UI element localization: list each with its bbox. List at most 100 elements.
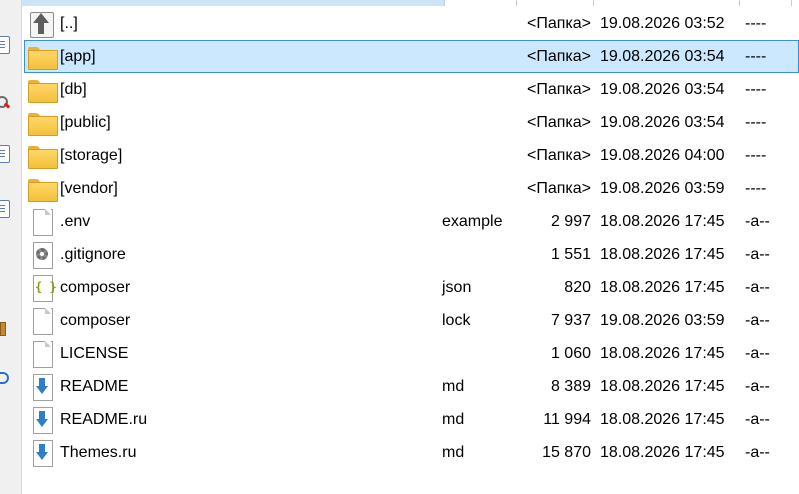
file-name: [db] (60, 81, 87, 98)
file-date: 19.08.2026 03:52 (600, 15, 725, 32)
document-icon (28, 341, 56, 368)
column-separator[interactable] (593, 0, 594, 6)
file-row[interactable]: [app] <Папка> 19.08.2026 03:54 ---- (24, 40, 799, 73)
file-size: 7 937 (550, 312, 591, 329)
file-date: 19.08.2026 03:54 (600, 114, 725, 131)
document-icon[interactable] (0, 145, 10, 163)
file-row[interactable]: .gitignore 1 551 18.08.2026 17:45 -a-- (24, 238, 799, 271)
json-file-icon: { } (28, 275, 57, 302)
settings-icon[interactable] (0, 372, 9, 384)
column-header-name[interactable] (22, 0, 444, 6)
file-attr: ---- (745, 180, 767, 197)
file-name: [app] (60, 48, 96, 65)
file-size: 1 551 (550, 246, 591, 263)
file-list: [..] <Папка> 19.08.2026 03:52 ---- [app] <Пап… (24, 7, 799, 469)
markdown-file-icon (28, 440, 56, 467)
file-name: .gitignore (60, 246, 126, 263)
file-attr: -a-- (745, 378, 770, 395)
file-icon-cell (28, 304, 56, 337)
file-attr: -a-- (745, 246, 770, 263)
file-icon-cell (28, 106, 58, 139)
file-date: 19.08.2026 04:00 (600, 147, 725, 164)
file-row[interactable]: Themes.ru md 15 870 18.08.2026 17:45 -a-- (24, 436, 799, 469)
file-row[interactable]: README md 8 389 18.08.2026 17:45 -a-- (24, 370, 799, 403)
file-row[interactable]: LICENSE 1 060 18.08.2026 17:45 -a-- (24, 337, 799, 370)
file-ext: json (442, 279, 472, 296)
folder-icon (28, 143, 58, 169)
document-icon (28, 308, 56, 335)
file-size: <Папка> (527, 180, 591, 197)
file-attr: -a-- (745, 444, 770, 461)
file-date: 18.08.2026 17:45 (600, 411, 725, 428)
file-ext: md (442, 411, 465, 428)
file-row[interactable]: composer lock 7 937 19.08.2026 03:59 -a-- (24, 304, 799, 337)
file-name: [vendor] (60, 180, 118, 197)
file-row[interactable]: [public] <Папка> 19.08.2026 03:54 ---- (24, 106, 799, 139)
file-attr: ---- (745, 81, 767, 98)
file-name: [public] (60, 114, 111, 131)
document-icon[interactable] (0, 36, 10, 54)
file-attr: ---- (745, 114, 767, 131)
search-icon[interactable] (0, 96, 10, 110)
gear-file-icon (28, 242, 56, 269)
column-separator[interactable] (444, 0, 445, 6)
file-date: 19.08.2026 03:54 (600, 48, 725, 65)
file-attr: ---- (745, 15, 767, 32)
file-row[interactable]: [vendor] <Папка> 19.08.2026 03:59 ---- (24, 172, 799, 205)
file-date: 18.08.2026 17:45 (600, 444, 725, 461)
document-icon (28, 209, 56, 236)
file-ext: example (442, 213, 503, 230)
file-row[interactable]: [..] <Папка> 19.08.2026 03:52 ---- (24, 7, 799, 40)
markdown-file-icon (28, 407, 56, 434)
file-name: Themes.ru (60, 444, 137, 461)
file-size: 820 (564, 279, 591, 296)
file-attr: -a-- (745, 279, 770, 296)
file-size: 11 994 (543, 411, 591, 428)
file-size: 8 389 (550, 378, 591, 395)
document-icon[interactable] (0, 200, 10, 218)
package-icon[interactable] (0, 322, 6, 336)
file-row[interactable]: [db] <Папка> 19.08.2026 03:54 ---- (24, 73, 799, 106)
file-row[interactable]: .env example 2 997 18.08.2026 17:45 -a-- (24, 205, 799, 238)
file-size: <Папка> (527, 147, 591, 164)
file-icon-cell (28, 139, 58, 172)
column-separator[interactable] (739, 0, 740, 6)
file-date: 18.08.2026 17:45 (600, 213, 725, 230)
file-ext: md (442, 378, 465, 395)
folder-icon (28, 110, 58, 136)
file-icon-cell (28, 7, 56, 40)
file-row[interactable]: README.ru md 11 994 18.08.2026 17:45 -a-- (24, 403, 799, 436)
file-name: composer (60, 312, 131, 329)
parent-dir-icon (28, 11, 56, 38)
file-icon-cell (28, 205, 56, 238)
file-size: <Папка> (527, 114, 591, 131)
file-size: 15 870 (542, 444, 591, 461)
column-header (22, 0, 799, 6)
column-separator[interactable] (516, 0, 517, 6)
file-attr: -a-- (745, 312, 770, 329)
file-date: 18.08.2026 17:45 (600, 378, 725, 395)
file-icon-cell (28, 40, 58, 73)
file-name: README.ru (60, 411, 148, 428)
file-icon-cell (28, 403, 56, 436)
file-size: <Папка> (527, 15, 591, 32)
file-icon-cell (28, 238, 56, 271)
file-attr: -a-- (745, 411, 770, 428)
file-ext: md (442, 444, 465, 461)
file-name: .env (60, 213, 91, 230)
file-icon-cell: { } (28, 271, 57, 304)
file-attr: -a-- (745, 213, 770, 230)
file-name: [storage] (60, 147, 123, 164)
column-separator[interactable] (791, 0, 792, 6)
folder-icon (28, 77, 58, 103)
file-row[interactable]: [storage] <Папка> 19.08.2026 04:00 ---- (24, 139, 799, 172)
file-icon-cell (28, 172, 58, 205)
file-icon-cell (28, 436, 56, 469)
file-row[interactable]: { } composer json 820 18.08.2026 17:45 -a-- (24, 271, 799, 304)
folder-icon (28, 176, 58, 202)
file-size: <Папка> (527, 81, 591, 98)
file-attr: ---- (745, 147, 767, 164)
file-icon-cell (28, 370, 56, 403)
file-ext: lock (442, 312, 471, 329)
file-icon-cell (28, 73, 58, 106)
